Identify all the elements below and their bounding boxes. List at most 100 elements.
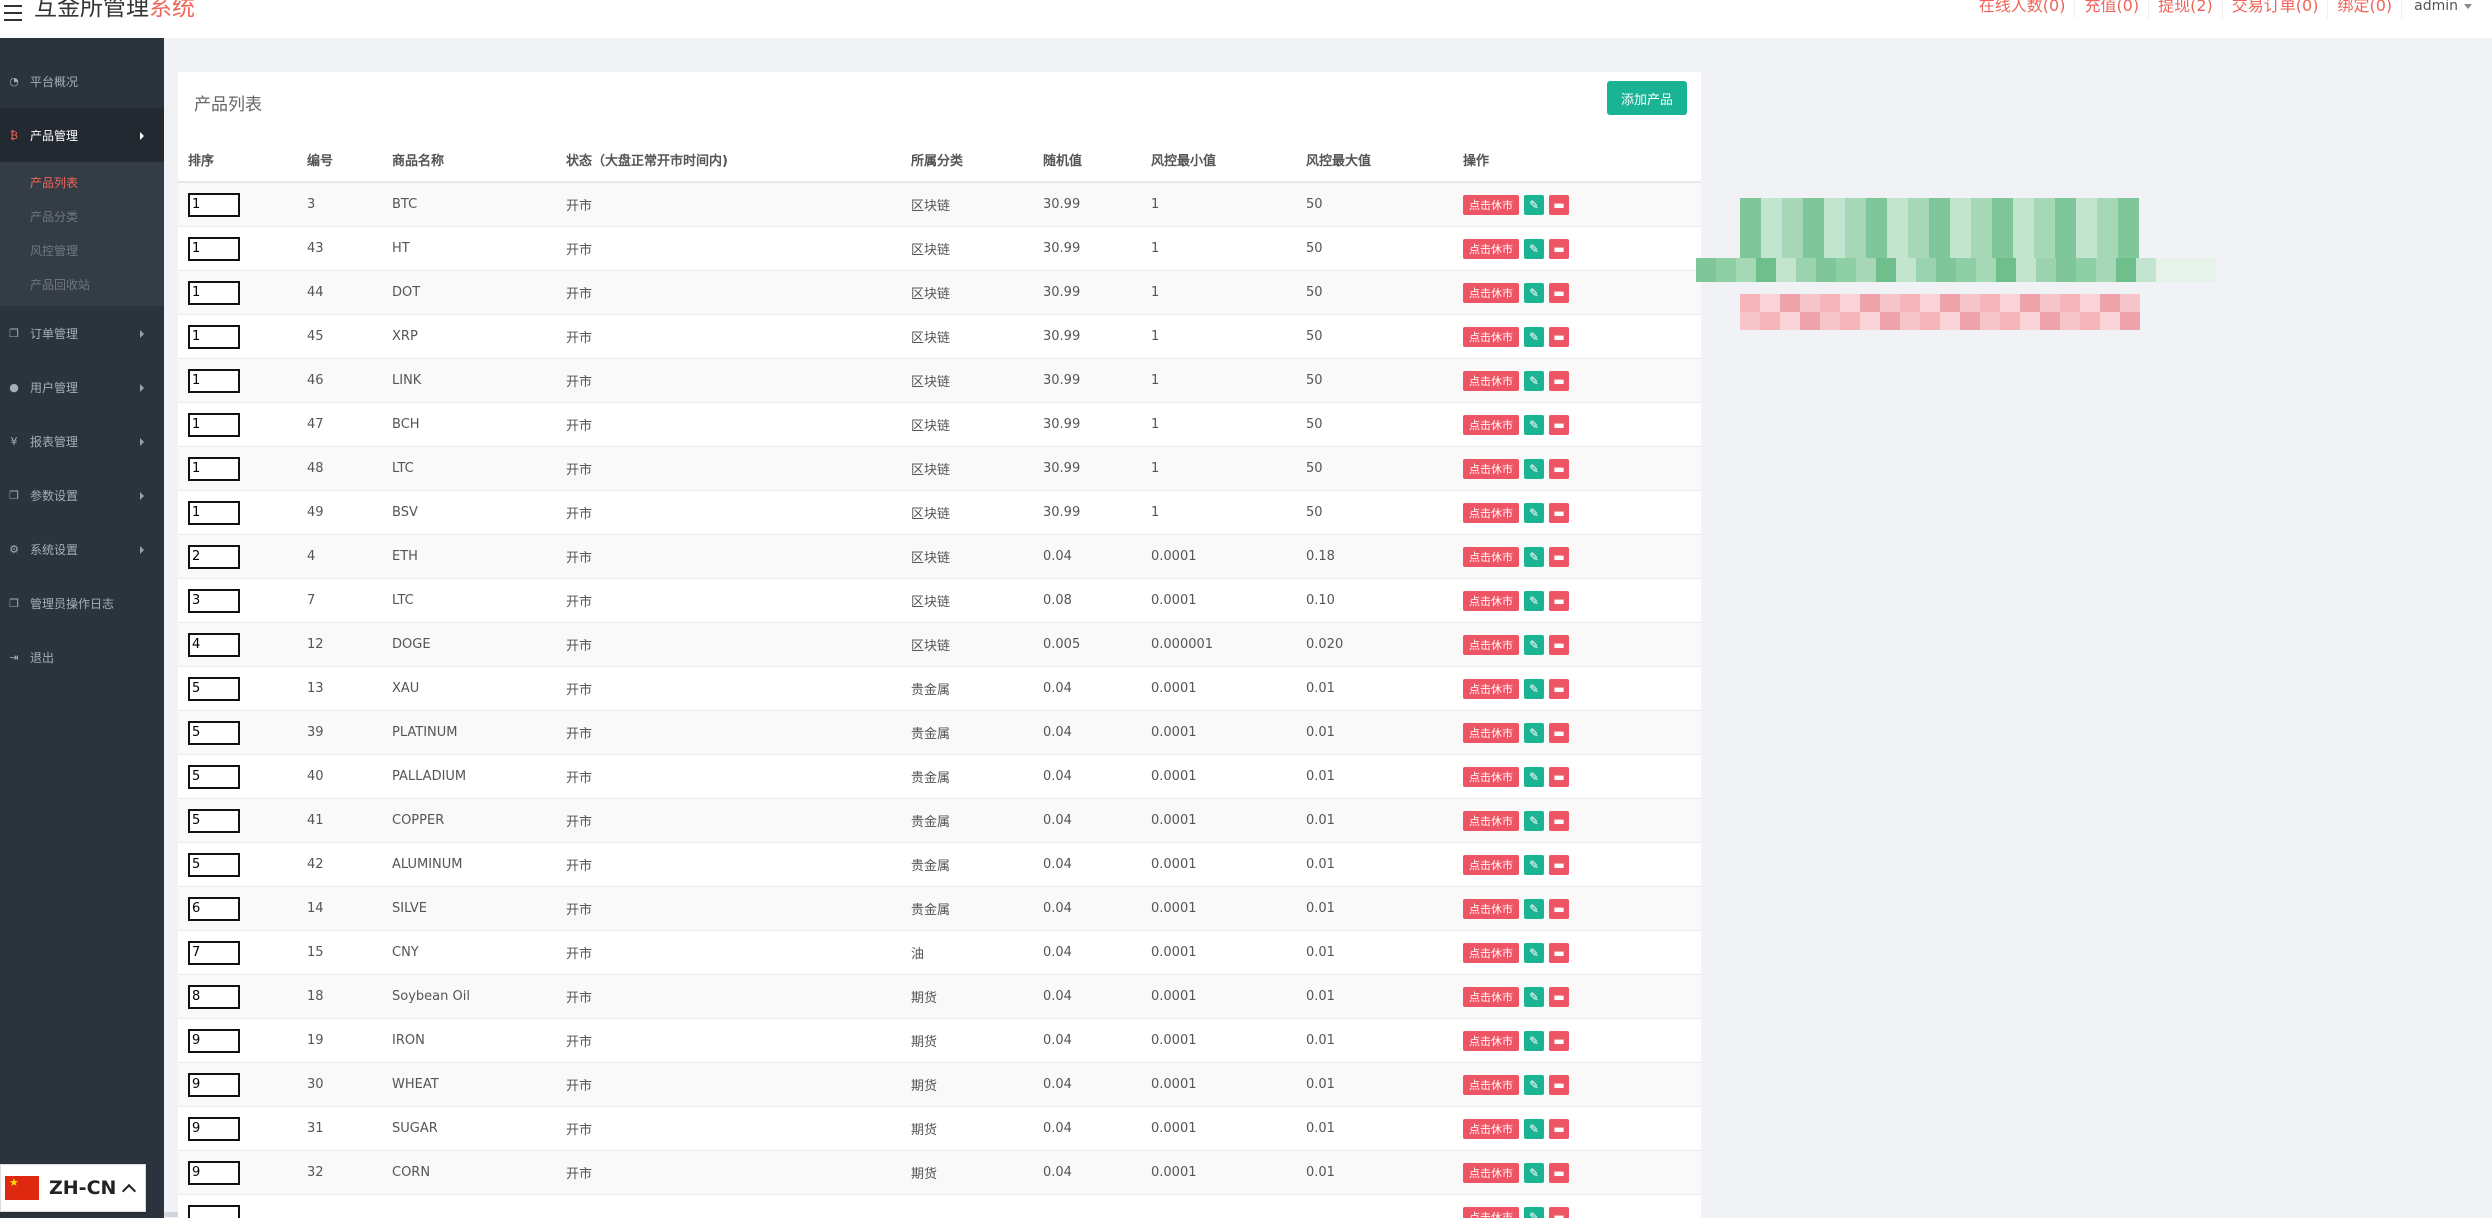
sort-order-input[interactable] [188, 280, 240, 305]
delete-trash-icon[interactable]: ▬ [1549, 1206, 1569, 1218]
submenu-item-0[interactable]: 产品列表 [0, 166, 164, 200]
halt-market-button[interactable]: 点击休市 [1463, 810, 1519, 831]
halt-market-button[interactable]: 点击休市 [1463, 1030, 1519, 1051]
delete-trash-icon[interactable]: ▬ [1549, 458, 1569, 479]
delete-trash-icon[interactable]: ▬ [1549, 590, 1569, 611]
edit-pencil-icon[interactable]: ✎ [1524, 282, 1544, 303]
halt-market-button[interactable]: 点击休市 [1463, 678, 1519, 699]
delete-trash-icon[interactable]: ▬ [1549, 1074, 1569, 1095]
sort-order-input[interactable] [188, 764, 240, 789]
sort-order-input[interactable] [188, 1116, 240, 1141]
top-link-0[interactable]: 在线人数(0) [1970, 0, 2075, 18]
sidebar-item-6[interactable]: ⚙ 系统设置 [0, 522, 164, 576]
menu-toggle-icon[interactable] [4, 0, 26, 22]
edit-pencil-icon[interactable]: ✎ [1524, 1206, 1544, 1218]
sort-order-input[interactable] [188, 632, 240, 657]
sidebar-item-4[interactable]: ¥ 报表管理 [0, 414, 164, 468]
edit-pencil-icon[interactable]: ✎ [1524, 1030, 1544, 1051]
delete-trash-icon[interactable]: ▬ [1549, 282, 1569, 303]
sort-order-input[interactable] [188, 1028, 240, 1053]
edit-pencil-icon[interactable]: ✎ [1524, 1074, 1544, 1095]
delete-trash-icon[interactable]: ▬ [1549, 898, 1569, 919]
top-link-3[interactable]: 交易订单(0) [2221, 0, 2328, 18]
edit-pencil-icon[interactable]: ✎ [1524, 898, 1544, 919]
halt-market-button[interactable]: 点击休市 [1463, 502, 1519, 523]
sort-order-input[interactable] [188, 984, 240, 1009]
halt-market-button[interactable]: 点击休市 [1463, 414, 1519, 435]
delete-trash-icon[interactable]: ▬ [1549, 326, 1569, 347]
edit-pencil-icon[interactable]: ✎ [1524, 942, 1544, 963]
edit-pencil-icon[interactable]: ✎ [1524, 546, 1544, 567]
submenu-item-3[interactable]: 产品回收站 [0, 268, 164, 302]
edit-pencil-icon[interactable]: ✎ [1524, 722, 1544, 743]
edit-pencil-icon[interactable]: ✎ [1524, 502, 1544, 523]
delete-trash-icon[interactable]: ▬ [1549, 1162, 1569, 1183]
sort-order-input[interactable] [188, 588, 240, 613]
sort-order-input[interactable] [188, 192, 240, 217]
top-link-4[interactable]: 绑定(0) [2327, 0, 2401, 18]
halt-market-button[interactable]: 点击休市 [1463, 986, 1519, 1007]
halt-market-button[interactable]: 点击休市 [1463, 1162, 1519, 1183]
edit-pencil-icon[interactable]: ✎ [1524, 326, 1544, 347]
delete-trash-icon[interactable]: ▬ [1549, 502, 1569, 523]
delete-trash-icon[interactable]: ▬ [1549, 414, 1569, 435]
halt-market-button[interactable]: 点击休市 [1463, 942, 1519, 963]
halt-market-button[interactable]: 点击休市 [1463, 458, 1519, 479]
sort-order-input[interactable] [188, 1204, 240, 1218]
user-menu[interactable]: admin [2401, 0, 2478, 18]
sidebar-item-1[interactable]: ₿ 产品管理 [0, 108, 164, 162]
sort-order-input[interactable] [188, 500, 240, 525]
edit-pencil-icon[interactable]: ✎ [1524, 590, 1544, 611]
submenu-item-1[interactable]: 产品分类 [0, 200, 164, 234]
halt-market-button[interactable]: 点击休市 [1463, 1074, 1519, 1095]
delete-trash-icon[interactable]: ▬ [1549, 986, 1569, 1007]
delete-trash-icon[interactable]: ▬ [1549, 854, 1569, 875]
delete-trash-icon[interactable]: ▬ [1549, 546, 1569, 567]
delete-trash-icon[interactable]: ▬ [1549, 370, 1569, 391]
sort-order-input[interactable] [188, 896, 240, 921]
edit-pencil-icon[interactable]: ✎ [1524, 414, 1544, 435]
halt-market-button[interactable]: 点击休市 [1463, 282, 1519, 303]
top-link-1[interactable]: 充值(0) [2074, 0, 2148, 18]
sort-order-input[interactable] [188, 412, 240, 437]
sidebar-item-2[interactable]: ❐ 订单管理 [0, 306, 164, 360]
delete-trash-icon[interactable]: ▬ [1549, 238, 1569, 259]
sort-order-input[interactable] [188, 676, 240, 701]
edit-pencil-icon[interactable]: ✎ [1524, 854, 1544, 875]
halt-market-button[interactable]: 点击休市 [1463, 238, 1519, 259]
sort-order-input[interactable] [188, 720, 240, 745]
sidebar-item-8[interactable]: ⇥ 退出 [0, 630, 164, 684]
sort-order-input[interactable] [188, 940, 240, 965]
language-switcher[interactable]: ZH-CN [0, 1164, 146, 1212]
sidebar-item-7[interactable]: ❐ 管理员操作日志 [0, 576, 164, 630]
edit-pencil-icon[interactable]: ✎ [1524, 986, 1544, 1007]
sort-order-input[interactable] [188, 236, 240, 261]
sort-order-input[interactable] [188, 368, 240, 393]
edit-pencil-icon[interactable]: ✎ [1524, 1162, 1544, 1183]
halt-market-button[interactable]: 点击休市 [1463, 854, 1519, 875]
edit-pencil-icon[interactable]: ✎ [1524, 370, 1544, 391]
delete-trash-icon[interactable]: ▬ [1549, 766, 1569, 787]
delete-trash-icon[interactable]: ▬ [1549, 722, 1569, 743]
halt-market-button[interactable]: 点击休市 [1463, 370, 1519, 391]
delete-trash-icon[interactable]: ▬ [1549, 810, 1569, 831]
sort-order-input[interactable] [188, 456, 240, 481]
edit-pencil-icon[interactable]: ✎ [1524, 194, 1544, 215]
delete-trash-icon[interactable]: ▬ [1549, 678, 1569, 699]
halt-market-button[interactable]: 点击休市 [1463, 766, 1519, 787]
halt-market-button[interactable]: 点击休市 [1463, 1206, 1519, 1218]
edit-pencil-icon[interactable]: ✎ [1524, 458, 1544, 479]
sort-order-input[interactable] [188, 852, 240, 877]
sort-order-input[interactable] [188, 324, 240, 349]
delete-trash-icon[interactable]: ▬ [1549, 1030, 1569, 1051]
halt-market-button[interactable]: 点击休市 [1463, 898, 1519, 919]
sort-order-input[interactable] [188, 1072, 240, 1097]
delete-trash-icon[interactable]: ▬ [1549, 194, 1569, 215]
top-link-2[interactable]: 提现(2) [2148, 0, 2222, 18]
halt-market-button[interactable]: 点击休市 [1463, 722, 1519, 743]
sort-order-input[interactable] [188, 1160, 240, 1185]
edit-pencil-icon[interactable]: ✎ [1524, 238, 1544, 259]
sidebar-item-3[interactable]: ● 用户管理 [0, 360, 164, 414]
halt-market-button[interactable]: 点击休市 [1463, 634, 1519, 655]
edit-pencil-icon[interactable]: ✎ [1524, 810, 1544, 831]
